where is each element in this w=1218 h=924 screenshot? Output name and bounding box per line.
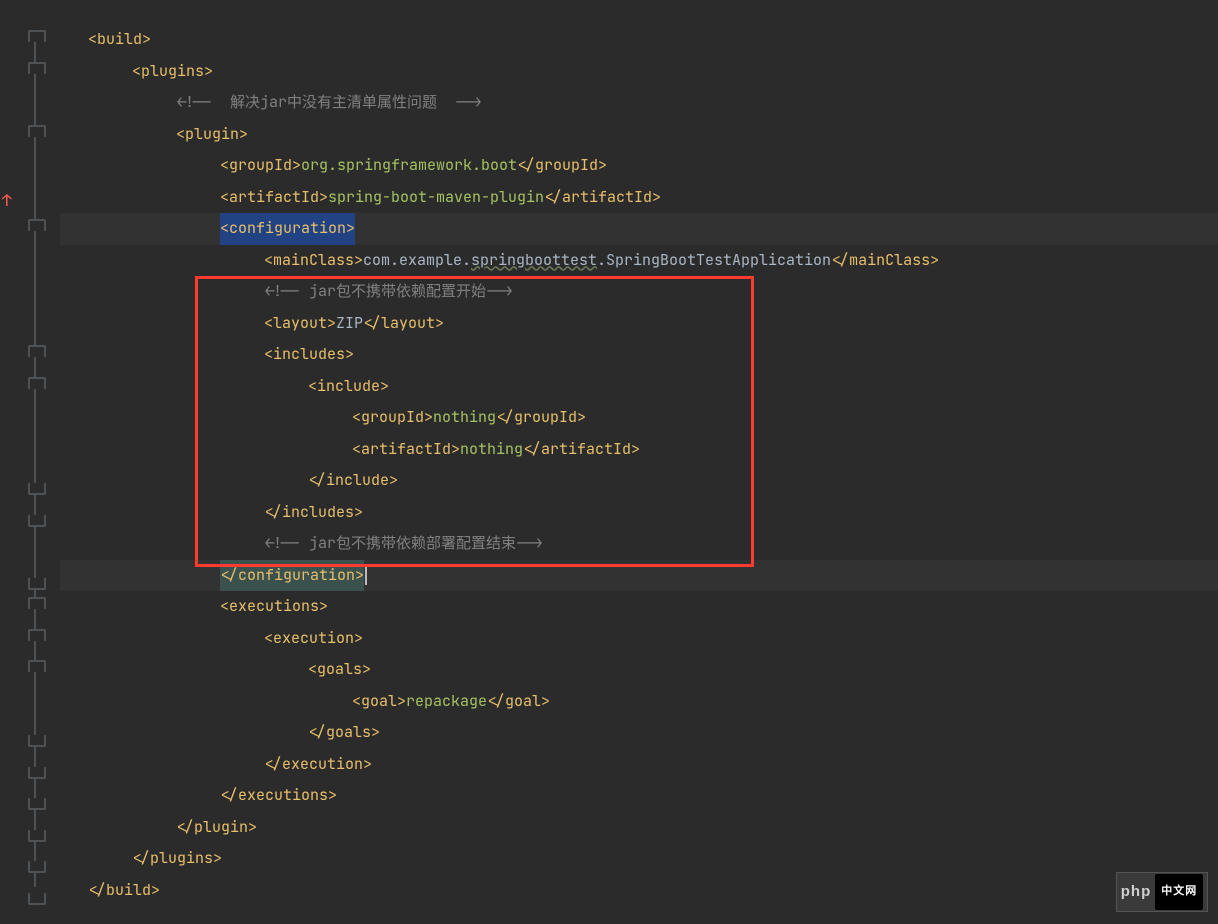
fold-toggle-icon[interactable] xyxy=(28,861,46,873)
token-txt: .SpringBootTestApplication xyxy=(597,245,831,277)
fold-toggle-icon[interactable] xyxy=(28,735,46,747)
fold-toggle-icon[interactable] xyxy=(28,629,46,641)
token-txt: springboottest xyxy=(471,245,597,277)
code-line[interactable]: </executions> xyxy=(60,780,1218,812)
code-line[interactable]: <!-- jar包不携带依赖配置开始--> xyxy=(60,276,1218,308)
token-val: repackage xyxy=(406,686,487,718)
watermark-right: 中文网 xyxy=(1155,874,1203,910)
token-tag: </groupId> xyxy=(517,150,607,182)
token-tag: <layout> xyxy=(264,308,336,340)
token-tag: <execution> xyxy=(264,623,363,655)
token-tag: </artifactId> xyxy=(523,434,640,466)
code-line[interactable]: </plugins> xyxy=(60,843,1218,875)
code-line[interactable]: <artifactId>spring-boot-maven-plugin</ar… xyxy=(60,182,1218,214)
fold-toggle-icon[interactable] xyxy=(28,597,46,609)
token-cmt: <!-- jar包不携带依赖配置开始--> xyxy=(264,276,513,308)
token-sel: <configuration> xyxy=(220,213,355,245)
code-line[interactable]: <includes> xyxy=(60,339,1218,371)
token-tag: <executions> xyxy=(220,591,328,623)
code-line[interactable]: </include> xyxy=(60,465,1218,497)
token-txt: ZIP xyxy=(336,308,363,340)
fold-toggle-icon[interactable] xyxy=(28,798,46,810)
token-tag: <goal> xyxy=(352,686,406,718)
token-cmt: <!-- jar包不携带依赖部署配置结束--> xyxy=(264,528,543,560)
code-line[interactable]: <plugins> xyxy=(60,56,1218,88)
token-val: nothing xyxy=(460,434,523,466)
editor-viewport: ↑ <build><plugins><!-- 解决jar中没有主清单属性问题 -… xyxy=(0,0,1218,924)
code-line[interactable]: <build> xyxy=(60,24,1218,56)
fold-toggle-icon[interactable] xyxy=(28,830,46,842)
fold-toggle-icon[interactable] xyxy=(28,660,46,672)
text-caret xyxy=(365,565,367,585)
token-tag: <build> xyxy=(88,24,151,56)
token-tag: </includes> xyxy=(264,497,363,529)
code-line[interactable]: <configuration> xyxy=(60,213,1218,245)
fold-toggle-icon[interactable] xyxy=(28,219,46,231)
code-line[interactable]: <executions> xyxy=(60,591,1218,623)
token-tag: </build> xyxy=(88,875,160,907)
code-line[interactable]: </configuration> xyxy=(60,560,1218,592)
token-tag: </plugin> xyxy=(176,812,257,844)
code-line[interactable]: <artifactId>nothing</artifactId> xyxy=(60,434,1218,466)
token-tag: <plugin> xyxy=(176,119,248,151)
token-sel2: </configuration> xyxy=(220,560,364,592)
token-tag: </plugins> xyxy=(132,843,222,875)
fold-toggle-icon[interactable] xyxy=(28,893,46,905)
token-tag: </goal> xyxy=(487,686,550,718)
code-line[interactable]: <!-- 解决jar中没有主清单属性问题 --> xyxy=(60,87,1218,119)
token-tag: <mainClass> xyxy=(264,245,363,277)
code-line[interactable]: <execution> xyxy=(60,623,1218,655)
token-cmt: <!-- 解决jar中没有主清单属性问题 --> xyxy=(176,87,482,119)
code-line[interactable]: <goal>repackage</goal> xyxy=(60,686,1218,718)
fold-gutter xyxy=(24,0,46,924)
code-line[interactable]: <goals> xyxy=(60,654,1218,686)
token-val: org.springframework.boot xyxy=(301,150,517,182)
fold-toggle-icon[interactable] xyxy=(28,483,46,495)
fold-toggle-icon[interactable] xyxy=(28,377,46,389)
token-txt: com.example. xyxy=(363,245,471,277)
token-tag: </executions> xyxy=(220,780,337,812)
code-area[interactable]: <build><plugins><!-- 解决jar中没有主清单属性问题 -->… xyxy=(60,24,1218,906)
fold-toggle-icon[interactable] xyxy=(28,578,46,590)
token-tag: <goals> xyxy=(308,654,371,686)
code-line[interactable]: </goals> xyxy=(60,717,1218,749)
fold-toggle-icon[interactable] xyxy=(28,767,46,779)
token-tag: </groupId> xyxy=(496,402,586,434)
token-tag: </include> xyxy=(308,465,398,497)
code-line[interactable]: </includes> xyxy=(60,497,1218,529)
token-tag: <plugins> xyxy=(132,56,213,88)
code-line[interactable]: <!-- jar包不携带依赖部署配置结束--> xyxy=(60,528,1218,560)
fold-toggle-icon[interactable] xyxy=(28,125,46,137)
token-tag: </mainClass> xyxy=(831,245,939,277)
code-line[interactable]: <include> xyxy=(60,371,1218,403)
token-tag: <groupId> xyxy=(220,150,301,182)
fold-toggle-icon[interactable] xyxy=(28,62,46,74)
token-tag: </goals> xyxy=(308,717,380,749)
code-line[interactable]: <mainClass>com.example.springboottest.Sp… xyxy=(60,245,1218,277)
code-line[interactable]: </build> xyxy=(60,875,1218,907)
token-tag: <artifactId> xyxy=(220,182,328,214)
fold-toggle-icon[interactable] xyxy=(28,345,46,357)
token-tag: <includes> xyxy=(264,339,354,371)
code-line[interactable]: <layout>ZIP</layout> xyxy=(60,308,1218,340)
token-tag: <include> xyxy=(308,371,389,403)
code-line[interactable]: </execution> xyxy=(60,749,1218,781)
token-tag: </layout> xyxy=(363,308,444,340)
vcs-up-arrow-icon: ↑ xyxy=(2,185,12,217)
fold-toggle-icon[interactable] xyxy=(28,30,46,42)
token-val: nothing xyxy=(433,402,496,434)
code-line[interactable]: <plugin> xyxy=(60,119,1218,151)
token-tag: </artifactId> xyxy=(544,182,661,214)
watermark-badge: php 中文网 xyxy=(1116,872,1208,912)
token-tag: <artifactId> xyxy=(352,434,460,466)
code-line[interactable]: <groupId>nothing</groupId> xyxy=(60,402,1218,434)
token-tag: </execution> xyxy=(264,749,372,781)
code-line[interactable]: </plugin> xyxy=(60,812,1218,844)
token-val: spring-boot-maven-plugin xyxy=(328,182,544,214)
fold-toggle-icon[interactable] xyxy=(28,515,46,527)
token-tag: <groupId> xyxy=(352,402,433,434)
watermark-left: php xyxy=(1121,876,1152,908)
code-line[interactable]: <groupId>org.springframework.boot</group… xyxy=(60,150,1218,182)
